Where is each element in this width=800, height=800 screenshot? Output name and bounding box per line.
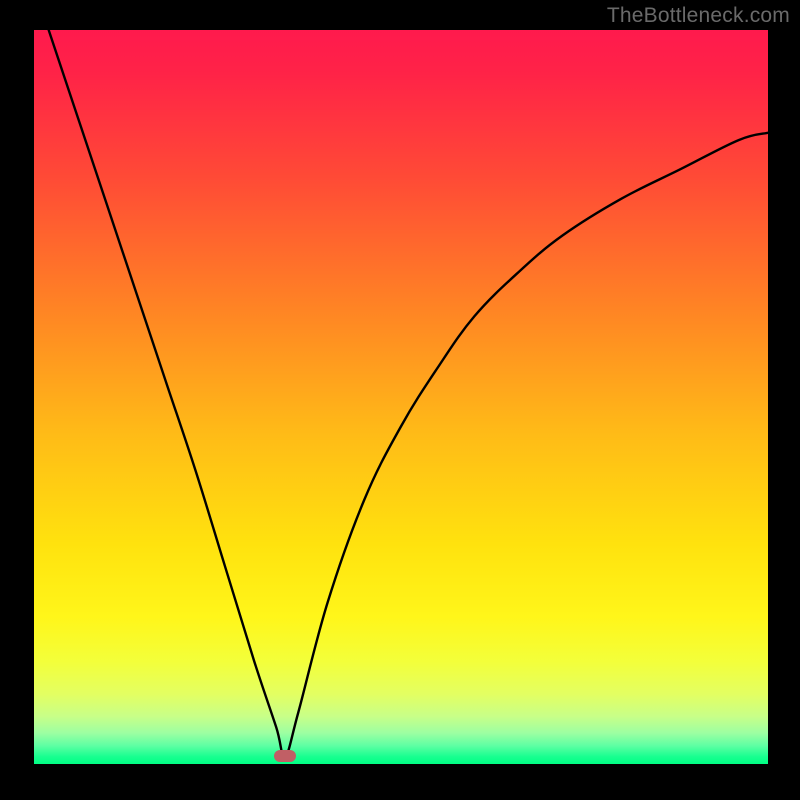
bottleneck-curve [34, 30, 768, 764]
chart-frame: TheBottleneck.com [0, 0, 800, 800]
watermark-text: TheBottleneck.com [607, 4, 790, 28]
plot-area [34, 30, 768, 764]
optimal-marker [274, 750, 296, 762]
